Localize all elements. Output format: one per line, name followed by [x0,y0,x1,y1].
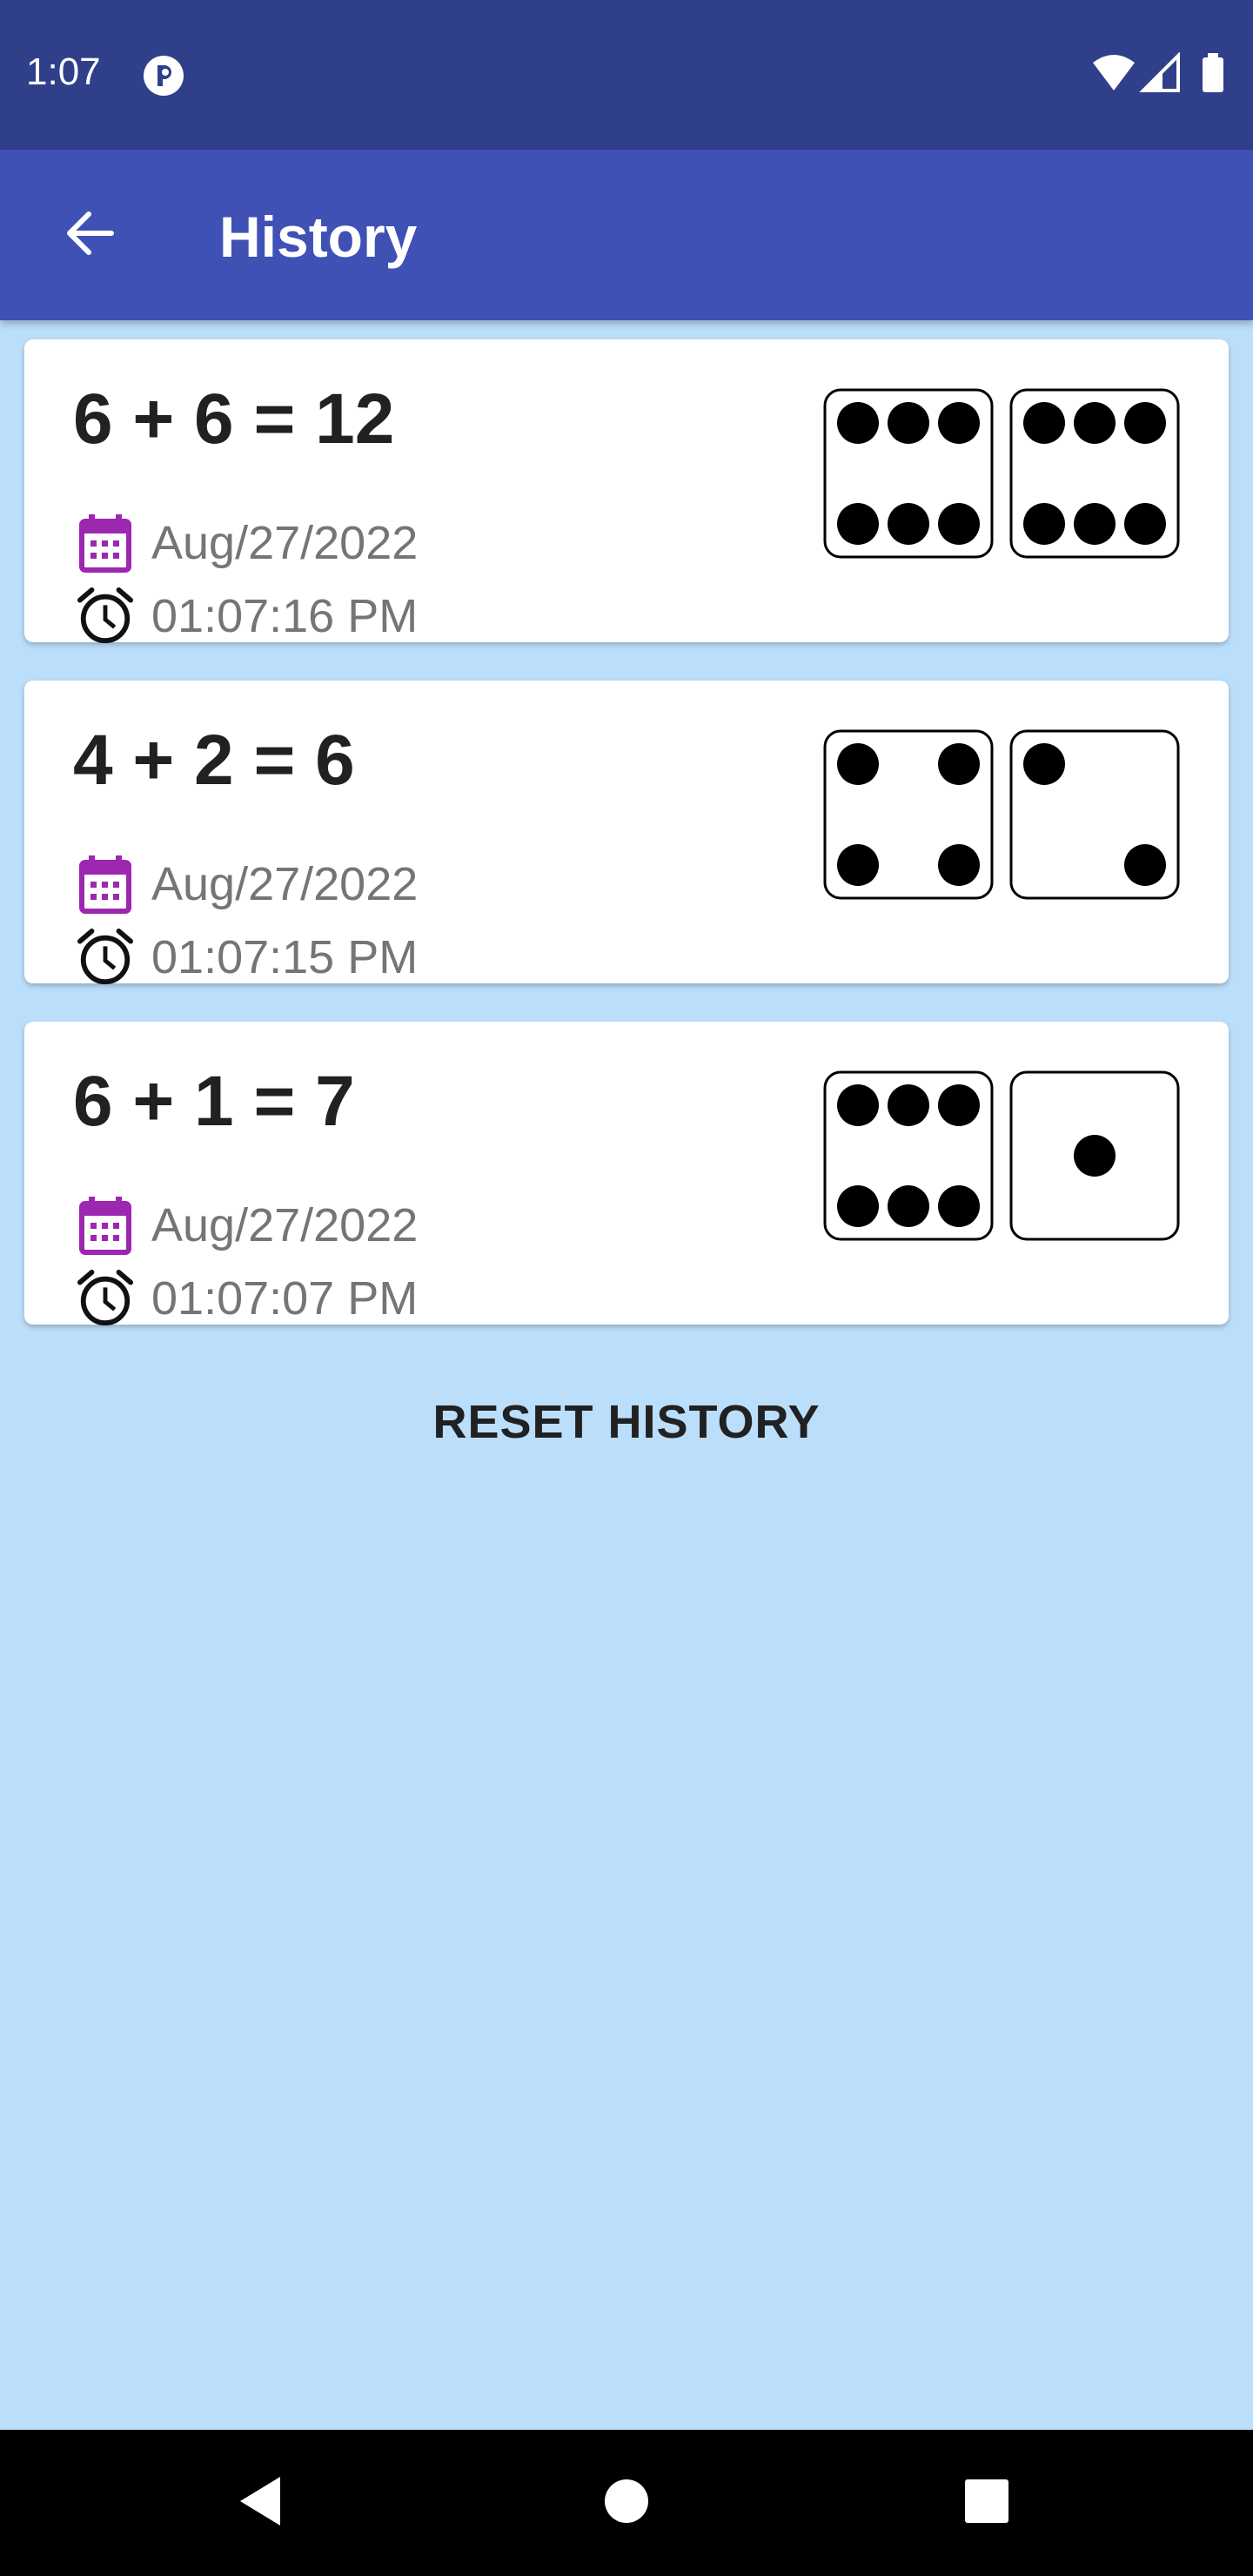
back-button[interactable] [49,195,129,275]
roll-date: Aug/27/2022 [151,517,419,569]
die-face-six [823,1070,994,1241]
die-face-one [1009,1070,1180,1241]
nav-home-button[interactable] [592,2468,661,2538]
alarm-clock-icon [77,1267,134,1330]
nav-back-button[interactable] [226,2468,296,2538]
time-row: 01:07:16 PM [77,585,418,647]
nav-recents-icon [962,2477,1011,2530]
nav-back-icon [235,2473,287,2533]
circle-logo-icon [143,55,184,97]
roll-time: 01:07:07 PM [151,1272,419,1325]
app-bar: History [0,150,1253,320]
date-row: Aug/27/2022 [77,512,418,574]
wifi-icon [1093,55,1135,91]
roll-date: Aug/27/2022 [151,858,419,910]
roll-equation: 6 + 6 = 12 [73,379,395,459]
arrow-left-icon [61,205,117,265]
calendar-icon [77,853,134,916]
date-row: Aug/27/2022 [77,853,418,916]
date-row: Aug/27/2022 [77,1194,418,1257]
die-face-six [823,388,994,559]
roll-equation: 4 + 2 = 6 [73,721,355,800]
history-card: 6 + 6 = 12 Aug/27/2022 01:07:16 PM [24,339,1229,644]
roll-date: Aug/27/2022 [151,1199,419,1251]
reset-history-button[interactable]: RESET HISTORY [409,1384,844,1460]
history-card: 6 + 1 = 7 Aug/27/2022 01:07:07 PM [24,1022,1229,1326]
system-nav-bar [0,2430,1253,2576]
alarm-clock-icon [77,585,134,647]
battery-icon [1203,53,1223,92]
page-title: History [219,205,418,269]
calendar-icon [77,512,134,574]
roll-time: 01:07:16 PM [151,590,419,642]
time-row: 01:07:15 PM [77,926,418,989]
roll-time: 01:07:15 PM [151,931,419,983]
status-time: 1:07 [26,50,101,93]
status-bar: 1:07 [0,0,1253,150]
signal-icon [1139,51,1180,92]
time-row: 01:07:07 PM [77,1267,418,1330]
die-face-six [1009,388,1180,559]
nav-recents-button[interactable] [952,2468,1022,2538]
status-icons [1091,51,1230,97]
alarm-clock-icon [77,926,134,989]
die-face-two [1009,729,1180,900]
calendar-icon [77,1194,134,1257]
nav-home-icon [602,2477,651,2530]
history-card: 4 + 2 = 6 Aug/27/2022 01:07:15 PM [24,681,1229,985]
die-face-four [823,729,994,900]
roll-equation: 6 + 1 = 7 [73,1062,355,1141]
